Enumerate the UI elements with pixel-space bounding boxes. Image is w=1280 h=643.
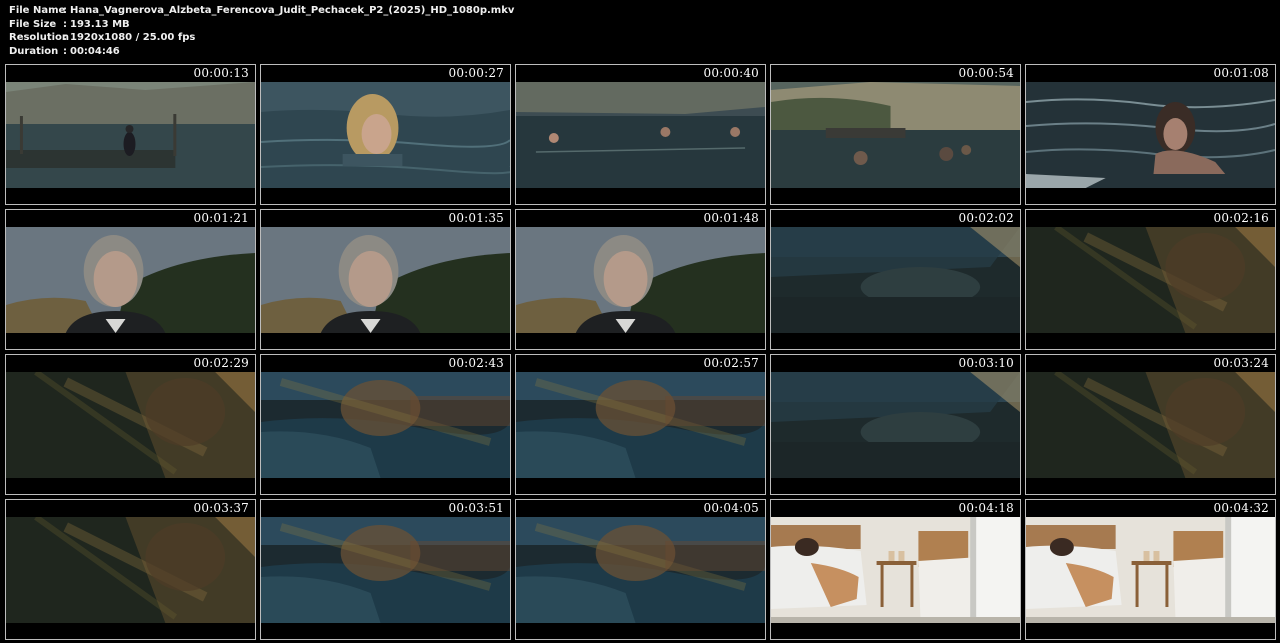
video-frame	[261, 372, 510, 478]
timecode: 00:01:35	[448, 211, 504, 225]
file-size-row: File Size : 193.13 MB	[9, 18, 514, 32]
duration-label: Duration	[9, 46, 59, 58]
timecode: 00:00:40	[703, 66, 759, 80]
video-frame	[1026, 82, 1275, 188]
thumbnail: 00:02:43	[260, 354, 511, 495]
thumbnail: 00:00:40	[515, 64, 766, 205]
thumbnail: 00:01:35	[260, 209, 511, 350]
timecode: 00:02:16	[1213, 211, 1269, 225]
video-frame	[771, 517, 1020, 623]
thumbnail: 00:02:57	[515, 354, 766, 495]
thumbnail: 00:01:21	[5, 209, 256, 350]
timecode: 00:01:08	[1213, 66, 1269, 80]
thumbnail: 00:03:51	[260, 499, 511, 640]
file-size-label: File Size	[9, 18, 57, 30]
thumbnail: 00:03:37	[5, 499, 256, 640]
timecode: 00:03:24	[1213, 356, 1269, 370]
thumbnail: 00:04:05	[515, 499, 766, 640]
video-frame	[261, 517, 510, 623]
timecode: 00:03:10	[958, 356, 1014, 370]
separator: :	[63, 46, 67, 58]
resolution-row: Resolution : 1920x1080 / 25.00 fps	[9, 31, 514, 45]
timecode: 00:03:51	[448, 501, 504, 515]
thumbnail: 00:01:48	[515, 209, 766, 350]
separator: :	[63, 18, 67, 30]
separator: :	[63, 5, 67, 16]
thumbnail: 00:00:54	[770, 64, 1021, 205]
timecode: 00:04:18	[958, 501, 1014, 515]
duration-row: Duration : 00:04:46	[9, 45, 514, 59]
video-frame	[1026, 227, 1275, 333]
timecode: 00:02:29	[193, 356, 249, 370]
file-name-value: Hana_Vagnerova_Alzbeta_Ferencova_Judit_P…	[70, 5, 515, 16]
thumbnail: 00:00:13	[5, 64, 256, 205]
video-frame	[516, 82, 765, 188]
timecode: 00:01:48	[703, 211, 759, 225]
timecode: 00:04:05	[703, 501, 759, 515]
video-frame	[771, 227, 1020, 333]
separator: :	[63, 32, 67, 44]
timecode: 00:00:13	[193, 66, 249, 80]
video-frame	[6, 372, 255, 478]
resolution-value: 1920x1080 / 25.00 fps	[70, 32, 196, 44]
timecode: 00:04:32	[1213, 501, 1269, 515]
file-info-header: File Name : Hana_Vagnerova_Alzbeta_Feren…	[9, 4, 514, 59]
timecode: 00:02:43	[448, 356, 504, 370]
file-size-value: 193.13 MB	[70, 18, 130, 30]
file-name-row: File Name : Hana_Vagnerova_Alzbeta_Feren…	[9, 4, 514, 18]
timecode: 00:02:57	[703, 356, 759, 370]
thumbnail: 00:03:10	[770, 354, 1021, 495]
thumbnail: 00:02:16	[1025, 209, 1276, 350]
video-frame	[516, 517, 765, 623]
video-frame	[6, 517, 255, 623]
timecode: 00:00:54	[958, 66, 1014, 80]
thumbnail-grid: 00:00:13 00:00:27 00:00:40 00:00:54 00:0…	[5, 64, 1276, 640]
resolution-label: Resolution	[9, 32, 70, 44]
video-frame	[261, 82, 510, 188]
thumbnail: 00:03:24	[1025, 354, 1276, 495]
thumbnail: 00:04:32	[1025, 499, 1276, 640]
video-frame	[6, 82, 255, 188]
video-frame	[516, 372, 765, 478]
video-frame	[1026, 372, 1275, 478]
video-frame	[771, 372, 1020, 478]
duration-value: 00:04:46	[70, 46, 120, 58]
thumbnail: 00:02:02	[770, 209, 1021, 350]
file-name-label: File Name	[9, 5, 66, 16]
timecode: 00:01:21	[193, 211, 249, 225]
video-frame	[1026, 517, 1275, 623]
timecode: 00:02:02	[958, 211, 1014, 225]
thumbnail: 00:02:29	[5, 354, 256, 495]
video-frame	[261, 227, 510, 333]
thumbnail: 00:04:18	[770, 499, 1021, 640]
timecode: 00:00:27	[448, 66, 504, 80]
timecode: 00:03:37	[193, 501, 249, 515]
video-frame	[771, 82, 1020, 188]
video-frame	[516, 227, 765, 333]
thumbnail: 00:00:27	[260, 64, 511, 205]
thumbnail: 00:01:08	[1025, 64, 1276, 205]
video-frame	[6, 227, 255, 333]
